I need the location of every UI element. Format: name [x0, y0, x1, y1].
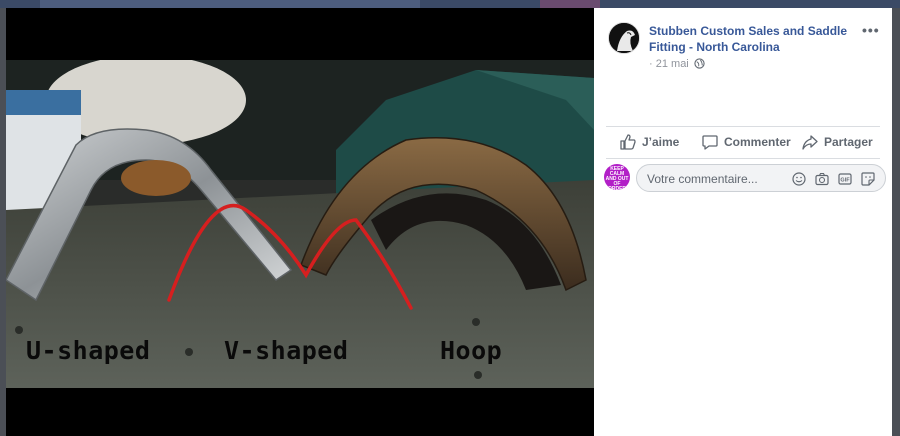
background-topbar-blur [40, 0, 420, 8]
photo: U-shaped V-shaped Hoop [6, 60, 594, 388]
post-panel: Stubben Custom Sales and Saddle Fitting … [594, 8, 892, 436]
svg-text:GIF: GIF [840, 178, 850, 184]
sticker-icon[interactable] [861, 172, 875, 186]
photo-label-u-shaped: U-shaped [26, 336, 151, 365]
background-notification-blur [540, 0, 600, 8]
date-separator: · [649, 58, 653, 70]
emoji-icon[interactable] [792, 172, 806, 186]
page-avatar[interactable] [608, 22, 640, 54]
user-avatar[interactable]: KEEP CALM AND OUT OF ORDER [604, 164, 630, 190]
comment-label: Commenter [724, 135, 791, 149]
globe-icon [694, 58, 705, 69]
photo-label-v-shaped: V-shaped [224, 336, 349, 365]
comment-bubble-icon [702, 135, 718, 150]
horse-logo-icon [609, 23, 639, 53]
comment-placeholder: Votre commentaire... [647, 172, 758, 186]
user-avatar-text: KEEP CALM AND OUT OF ORDER [605, 166, 629, 191]
like-label: J’aime [642, 135, 680, 149]
overlay-edge [892, 8, 900, 436]
divider [606, 158, 880, 159]
share-label: Partager [824, 135, 873, 149]
page-name-link[interactable]: Stubben Custom Sales and Saddle Fitting … [649, 23, 854, 55]
like-button[interactable]: J’aime [620, 132, 679, 152]
share-arrow-icon [802, 135, 818, 150]
thumbs-up-icon [620, 134, 636, 150]
photo-label-hoop: Hoop [440, 336, 503, 365]
comment-input[interactable]: Votre commentaire... GIF [636, 164, 886, 192]
post-meta: · 21 mai [649, 58, 689, 70]
background-topbar [0, 0, 900, 8]
share-button[interactable]: Partager [802, 132, 873, 152]
gif-icon[interactable]: GIF [838, 172, 852, 186]
divider [606, 126, 880, 127]
camera-icon[interactable] [815, 172, 829, 186]
photo-viewer[interactable]: U-shaped V-shaped Hoop [6, 8, 594, 436]
post-date[interactable]: 21 mai [656, 58, 689, 70]
more-options-icon[interactable]: ••• [862, 22, 880, 38]
comment-button[interactable]: Commenter [702, 132, 791, 152]
